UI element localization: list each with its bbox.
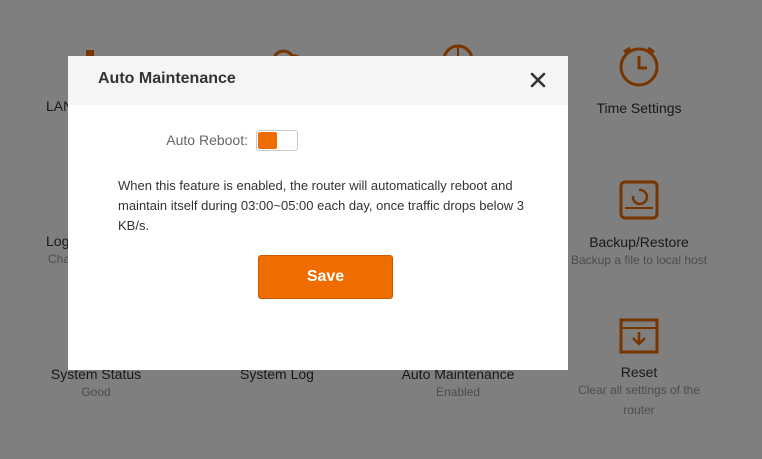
page: LAN Time Settings Log Cha Backup/Restor [0, 0, 762, 459]
save-button[interactable]: Save [258, 255, 393, 299]
auto-maintenance-dialog: Auto Maintenance Auto Reboot: When this … [68, 56, 568, 370]
dialog-header: Auto Maintenance [68, 56, 568, 105]
feature-description: When this feature is enabled, the router… [118, 178, 525, 233]
auto-reboot-row: Auto Reboot: [68, 130, 568, 154]
auto-reboot-label: Auto Reboot: [166, 132, 248, 148]
dialog-title: Auto Maintenance [98, 70, 236, 87]
toggle-knob [258, 132, 277, 149]
auto-reboot-toggle[interactable] [256, 130, 298, 151]
close-button[interactable] [528, 70, 548, 90]
close-icon [530, 72, 546, 88]
